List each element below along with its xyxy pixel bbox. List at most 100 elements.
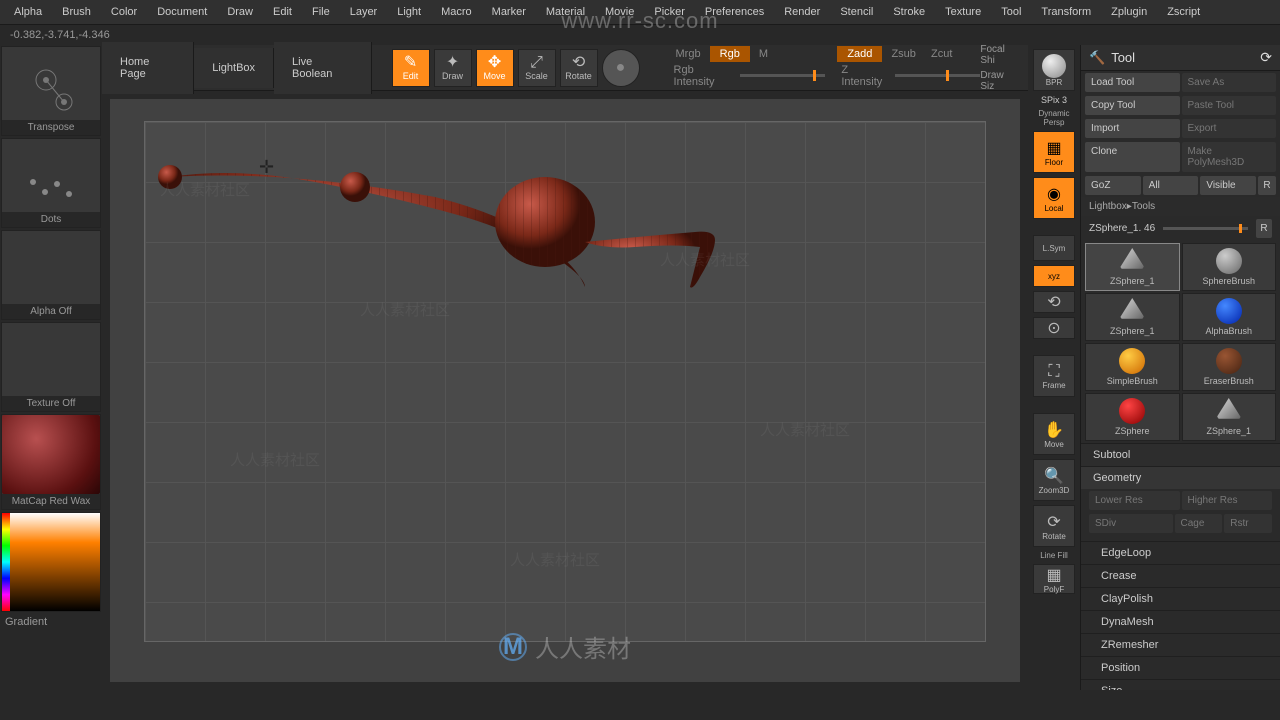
menu-brush[interactable]: Brush — [52, 2, 101, 22]
menu-color[interactable]: Color — [101, 2, 147, 22]
rotate-nav-button[interactable]: ⟳Rotate — [1033, 505, 1075, 547]
goz-button[interactable]: GoZ — [1085, 176, 1141, 195]
rgb-intensity-slider[interactable] — [740, 74, 825, 77]
menu-render[interactable]: Render — [774, 2, 830, 22]
higher-res-button[interactable]: Higher Res — [1182, 491, 1273, 510]
tool-zsphere-1c[interactable]: ZSphere_1 — [1182, 393, 1277, 441]
local-button[interactable]: ◉Local — [1033, 177, 1075, 219]
gradient-label[interactable]: Gradient — [1, 614, 101, 630]
dynamesh-section[interactable]: DynaMesh — [1081, 610, 1280, 633]
geometry-section[interactable]: Geometry — [1081, 466, 1280, 489]
transpose-widget[interactable]: Transpose — [1, 46, 101, 136]
edit-mode-button[interactable]: ✎Edit — [392, 49, 430, 87]
menu-tool[interactable]: Tool — [991, 2, 1031, 22]
menu-material[interactable]: Material — [536, 2, 595, 22]
goz-visible-button[interactable]: Visible — [1200, 176, 1256, 195]
tool-slider[interactable] — [1163, 227, 1248, 230]
goz-all-button[interactable]: All — [1143, 176, 1199, 195]
goz-r-button[interactable]: R — [1258, 176, 1276, 195]
lightbox-button[interactable]: LightBox — [194, 48, 274, 88]
home-page-button[interactable]: Home Page — [102, 42, 194, 94]
scale-mode-button[interactable]: ⤢Scale — [518, 49, 556, 87]
menu-stencil[interactable]: Stencil — [830, 2, 883, 22]
tool-spherebrush[interactable]: SphereBrush — [1182, 243, 1277, 291]
tool-zsphere[interactable]: ZSphere — [1085, 393, 1180, 441]
menu-edit[interactable]: Edit — [263, 2, 302, 22]
alpha-widget[interactable]: Alpha Off — [1, 230, 101, 320]
tool-r-button[interactable]: R — [1256, 219, 1272, 238]
export-button[interactable]: Export — [1182, 119, 1277, 138]
zoom3d-button[interactable]: 🔍Zoom3D — [1033, 459, 1075, 501]
make-polymesh-button[interactable]: Make PolyMesh3D — [1182, 142, 1277, 172]
menu-picker[interactable]: Picker — [644, 2, 695, 22]
menu-light[interactable]: Light — [387, 2, 431, 22]
material-widget[interactable]: MatCap Red Wax — [1, 414, 101, 510]
claypolish-section[interactable]: ClayPolish — [1081, 587, 1280, 610]
rotate-mode-button[interactable]: ⟲Rotate — [560, 49, 598, 87]
menu-document[interactable]: Document — [147, 2, 217, 22]
crease-section[interactable]: Crease — [1081, 564, 1280, 587]
subtool-section[interactable]: Subtool — [1081, 443, 1280, 466]
menu-macro[interactable]: Macro — [431, 2, 482, 22]
focal-shift-label[interactable]: Focal Shi — [980, 44, 1020, 66]
paste-tool-button[interactable]: Paste Tool — [1182, 96, 1277, 115]
menu-movie[interactable]: Movie — [595, 2, 644, 22]
edgeloop-section[interactable]: EdgeLoop — [1081, 541, 1280, 564]
lightbox-crumb[interactable]: Lightbox▸Tools — [1081, 197, 1280, 216]
import-button[interactable]: Import — [1085, 119, 1180, 138]
m-toggle[interactable]: M — [753, 46, 774, 62]
lower-res-button[interactable]: Lower Res — [1089, 491, 1180, 510]
menu-zplugin[interactable]: Zplugin — [1101, 2, 1157, 22]
save-as-button[interactable]: Save As — [1182, 73, 1277, 92]
cage-button[interactable]: Cage — [1175, 514, 1223, 533]
refresh-icon[interactable]: ⟳ — [1260, 49, 1272, 66]
spix-label[interactable]: SPix 3 — [1041, 95, 1067, 105]
tool-simplebrush[interactable]: SimpleBrush — [1085, 343, 1180, 391]
hue-strip[interactable] — [2, 513, 10, 611]
draw-size-label[interactable]: Draw Siz — [980, 70, 1020, 92]
size-section[interactable]: Size — [1081, 679, 1280, 690]
live-boolean-button[interactable]: Live Boolean — [274, 42, 371, 94]
floor-button[interactable]: ▦Floor — [1033, 131, 1075, 173]
tool-eraserbrush[interactable]: EraserBrush — [1182, 343, 1277, 391]
zremesher-section[interactable]: ZRemesher — [1081, 633, 1280, 656]
3d-viewport[interactable]: ✛ — [144, 121, 986, 642]
menu-texture[interactable]: Texture — [935, 2, 991, 22]
clone-button[interactable]: Clone — [1085, 142, 1180, 172]
tool-panel-header[interactable]: 🔨 Tool ⟳ — [1081, 45, 1280, 71]
bpr-button[interactable]: BPR — [1033, 49, 1075, 91]
menu-preferences[interactable]: Preferences — [695, 2, 774, 22]
lsym-button[interactable]: L.Sym — [1033, 235, 1075, 261]
sdiv-label[interactable]: SDiv — [1089, 514, 1173, 533]
menu-stroke[interactable]: Stroke — [883, 2, 935, 22]
xyz-button[interactable]: xyz — [1033, 265, 1075, 287]
position-section[interactable]: Position — [1081, 656, 1280, 679]
rstr-button[interactable]: Rstr — [1224, 514, 1272, 533]
rgb-toggle[interactable]: Rgb — [710, 46, 750, 62]
copy-tool-button[interactable]: Copy Tool — [1085, 96, 1180, 115]
texture-widget[interactable]: Texture Off — [1, 322, 101, 412]
load-tool-button[interactable]: Load Tool — [1085, 73, 1180, 92]
menu-transform[interactable]: Transform — [1031, 2, 1101, 22]
menu-layer[interactable]: Layer — [340, 2, 388, 22]
tool-zsphere-1[interactable]: ZSphere_1 — [1085, 243, 1180, 291]
zadd-toggle[interactable]: Zadd — [837, 46, 882, 62]
dynamic-toggle[interactable]: DynamicPersp — [1038, 109, 1069, 127]
zcut-toggle[interactable]: Zcut — [925, 46, 958, 62]
tool-alphabrush[interactable]: AlphaBrush — [1182, 293, 1277, 341]
axis-y-button[interactable]: ⟲ — [1033, 291, 1075, 313]
stroke-dots-widget[interactable]: Dots — [1, 138, 101, 228]
tool-zsphere-1b[interactable]: ZSphere_1 — [1085, 293, 1180, 341]
draw-mode-button[interactable]: ✦Draw — [434, 49, 472, 87]
color-picker[interactable] — [1, 512, 101, 612]
menu-draw[interactable]: Draw — [217, 2, 263, 22]
move-nav-button[interactable]: ✋Move — [1033, 413, 1075, 455]
menu-zscript[interactable]: Zscript — [1157, 2, 1210, 22]
axis-z-button[interactable]: ⊙ — [1033, 317, 1075, 339]
zsub-toggle[interactable]: Zsub — [885, 46, 921, 62]
menu-file[interactable]: File — [302, 2, 340, 22]
menu-marker[interactable]: Marker — [482, 2, 536, 22]
polyf-button[interactable]: ▦PolyF — [1033, 564, 1075, 594]
menu-alpha[interactable]: Alpha — [4, 2, 52, 22]
move-mode-button[interactable]: ✥Move — [476, 49, 514, 87]
